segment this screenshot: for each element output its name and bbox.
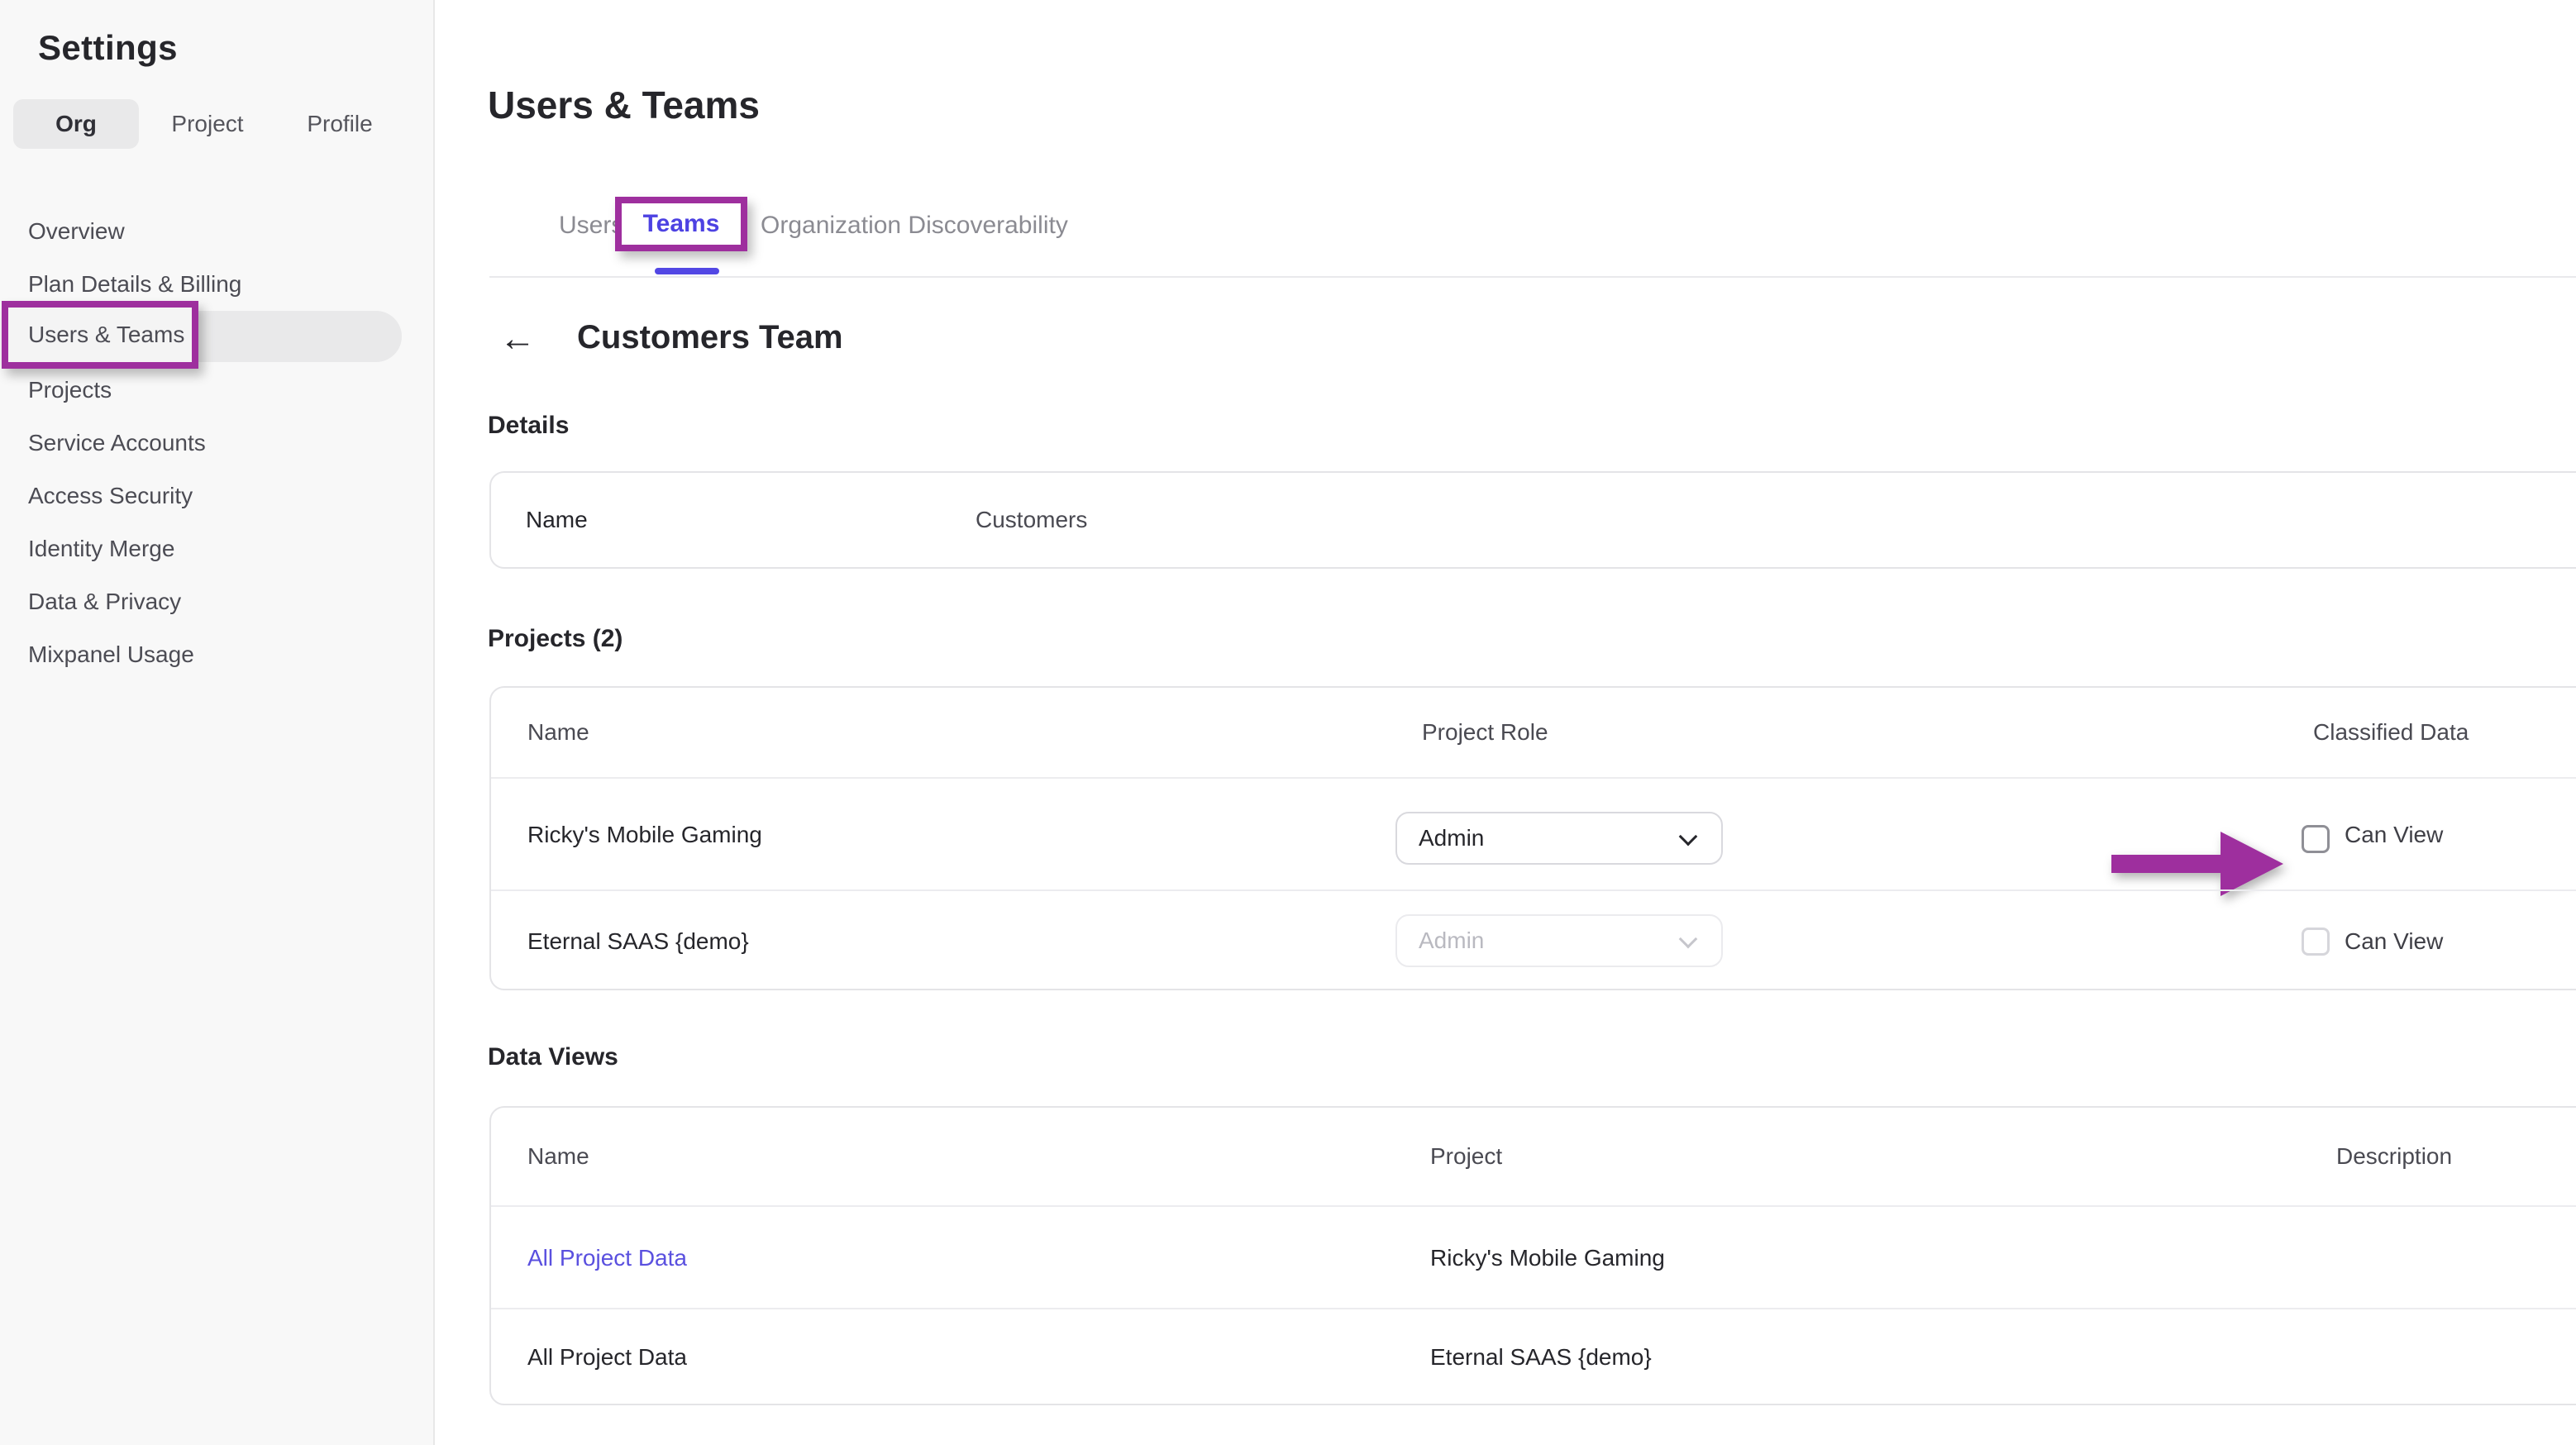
sidebar-item-service-accounts[interactable]: Service Accounts: [0, 417, 435, 470]
scope-tab-profile[interactable]: Profile: [294, 99, 385, 149]
can-view-label: Can View: [2345, 891, 2443, 992]
can-view-checkbox[interactable]: [2302, 825, 2330, 853]
projects-col-project-role: Project Role: [1422, 688, 1548, 777]
settings-scope-tabs: Org Project Profile: [0, 99, 435, 149]
projects-heading: Projects (2): [488, 625, 623, 653]
project-role-value: Admin: [1419, 825, 1484, 851]
chevron-down-icon: [1679, 930, 1698, 949]
scope-tab-org[interactable]: Org: [13, 99, 139, 149]
tab-teams[interactable]: Teams: [622, 203, 741, 245]
settings-title: Settings: [38, 28, 178, 68]
arrow-head: [2221, 832, 2283, 896]
project-role-value: Admin: [1419, 928, 1484, 953]
sidebar-item-projects[interactable]: Projects: [0, 364, 435, 417]
data-views-col-name: Name: [527, 1108, 589, 1205]
projects-col-name: Name: [527, 688, 589, 777]
projects-col-classified-data: Classified Data: [2313, 688, 2469, 777]
active-tab-indicator: [655, 268, 719, 274]
details-name-label: Name: [526, 473, 588, 567]
data-views-col-project: Project: [1430, 1108, 1502, 1205]
sidebar-nav: Overview Plan Details & Billing Users & …: [0, 205, 435, 681]
arrow-shaft: [2111, 855, 2222, 873]
project-name: Eternal SAAS {demo}: [527, 891, 749, 992]
data-view-project: Ricky's Mobile Gaming: [1430, 1207, 1665, 1309]
tab-users[interactable]: Users: [559, 212, 623, 240]
data-views-col-description: Description: [2336, 1108, 2452, 1205]
sidebar-item-overview[interactable]: Overview: [0, 205, 435, 258]
details-name-value: Customers: [976, 473, 1087, 567]
data-view-link[interactable]: All Project Data: [527, 1207, 687, 1309]
annotation-arrow: [2111, 807, 2283, 898]
details-card: Name Customers: [489, 471, 2576, 569]
tab-organization-discoverability[interactable]: Organization Discoverability: [761, 212, 1068, 240]
tabs-divider: [489, 276, 2576, 278]
back-arrow-icon[interactable]: ←: [499, 319, 536, 359]
page-title: Users & Teams: [488, 83, 760, 127]
data-view-project: Eternal SAAS {demo}: [1430, 1309, 1652, 1405]
project-role-select-disabled: Admin: [1395, 914, 1723, 967]
sidebar-item-data-privacy[interactable]: Data & Privacy: [0, 575, 435, 628]
sidebar-item-access-security[interactable]: Access Security: [0, 470, 435, 522]
project-role-select[interactable]: Admin: [1395, 812, 1723, 865]
data-views-heading: Data Views: [488, 1043, 618, 1071]
table-divider: [491, 777, 2576, 779]
chevron-down-icon: [1679, 827, 1698, 846]
data-views-table: Name Project Description All Project Dat…: [489, 1106, 2576, 1405]
table-divider: [491, 889, 2576, 891]
can-view-checkbox-disabled: [2302, 928, 2330, 956]
settings-page: Settings Org Project Profile Overview Pl…: [0, 0, 2576, 1445]
sidebar-item-mixpanel-usage[interactable]: Mixpanel Usage: [0, 628, 435, 681]
sidebar-item-identity-merge[interactable]: Identity Merge: [0, 522, 435, 575]
sidebar-item-users-teams-label: Users & Teams: [8, 308, 192, 362]
can-view-label: Can View: [2345, 779, 2443, 891]
settings-sidebar: Settings Org Project Profile Overview Pl…: [0, 0, 435, 1445]
data-view-name: All Project Data: [527, 1309, 687, 1405]
projects-table: Name Project Role Classified Data Ricky'…: [489, 686, 2576, 990]
details-heading: Details: [488, 412, 569, 440]
users-teams-annotation-box: Users & Teams: [2, 301, 198, 369]
scope-tab-project[interactable]: Project: [162, 99, 253, 149]
project-name: Ricky's Mobile Gaming: [527, 779, 762, 891]
team-title: Customers Team: [577, 319, 843, 356]
teams-tab-annotation-box: Teams: [615, 197, 747, 251]
